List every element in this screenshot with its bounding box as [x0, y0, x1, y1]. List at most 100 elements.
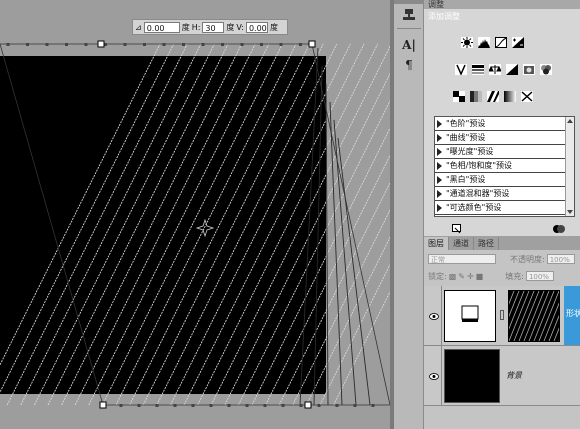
path-anchor[interactable]: [84, 43, 88, 46]
document-canvas[interactable]: [0, 0, 390, 429]
transform-handle[interactable]: [304, 401, 312, 409]
hatch-line-outer: [325, 83, 329, 406]
brightness-contrast-icon[interactable]: [460, 36, 474, 49]
path-anchor[interactable]: [221, 43, 224, 46]
path-anchor[interactable]: [201, 43, 205, 46]
path-anchor[interactable]: [299, 404, 303, 407]
path-anchor[interactable]: [45, 43, 49, 46]
path-anchor[interactable]: [317, 404, 321, 407]
adjustments-tab[interactable]: 调整: [428, 0, 444, 10]
path-anchor[interactable]: [65, 43, 68, 46]
h-skew-input[interactable]: 30: [202, 21, 225, 33]
expand-triangle-icon[interactable]: [437, 133, 442, 142]
path-anchor[interactable]: [227, 404, 231, 407]
path-anchor[interactable]: [209, 404, 213, 407]
expand-triangle-icon[interactable]: [437, 189, 442, 198]
preset-item[interactable]: "色相/饱和度"预设: [435, 159, 574, 173]
presets-scrollbar[interactable]: [565, 117, 574, 216]
eye-icon[interactable]: [428, 311, 440, 321]
layers-panel: 图层 通道 路径 正常 不透明度: 100% 锁定: ▩ ✎ ✛ ■ 填充: 1…: [424, 236, 580, 429]
layer-row-background[interactable]: 背景: [424, 346, 580, 406]
path-anchor[interactable]: [335, 404, 339, 407]
expand-triangle-icon[interactable]: [437, 119, 442, 128]
hue-saturation-icon[interactable]: [471, 63, 485, 76]
transform-handle[interactable]: [97, 40, 105, 48]
path-anchor[interactable]: [182, 43, 185, 46]
character-icon[interactable]: A|: [398, 36, 420, 54]
path-anchor[interactable]: [371, 404, 375, 407]
path-anchor[interactable]: [245, 404, 249, 407]
v-skew-input[interactable]: 0.00: [245, 21, 268, 33]
expand-triangle-icon[interactable]: [437, 203, 442, 212]
lock-transparent-icon[interactable]: ▩: [449, 272, 457, 281]
blend-opacity-row: 正常 不透明度: 100%: [424, 252, 580, 266]
selective-color-icon[interactable]: [520, 90, 534, 103]
background-thumbnail[interactable]: [444, 349, 500, 403]
angle-input[interactable]: 0.00: [143, 21, 180, 33]
clone-source-icon[interactable]: [398, 6, 420, 24]
exposure-icon[interactable]: [511, 36, 525, 49]
gradient-map-icon[interactable]: [503, 90, 517, 103]
transform-handle[interactable]: [308, 40, 316, 48]
path-anchor[interactable]: [119, 404, 123, 407]
path-anchor[interactable]: [26, 43, 29, 46]
expand-triangle-icon[interactable]: [437, 147, 442, 156]
preset-item[interactable]: "曲线"预设: [435, 131, 574, 145]
fill-input[interactable]: 100%: [525, 271, 554, 281]
preset-item[interactable]: "曝光度"预设: [435, 145, 574, 159]
layer-row-shape[interactable]: 形状: [424, 286, 580, 346]
expand-triangle-icon[interactable]: [437, 161, 442, 170]
path-anchor[interactable]: [162, 43, 166, 46]
expand-triangle-icon[interactable]: [437, 175, 442, 184]
threshold-icon[interactable]: [486, 90, 500, 103]
black-white-icon[interactable]: [505, 63, 519, 76]
mask-hatch-line: [518, 291, 540, 341]
link-icon[interactable]: [500, 310, 504, 320]
path-anchor[interactable]: [299, 43, 302, 46]
vibrance-icon[interactable]: [454, 63, 468, 76]
transform-handle[interactable]: [99, 401, 107, 409]
path-anchor[interactable]: [6, 43, 10, 46]
mask-hatch-line: [513, 291, 535, 341]
photo-filter-icon[interactable]: [522, 63, 536, 76]
path-anchor[interactable]: [279, 43, 283, 46]
preset-item[interactable]: "黑白"预设: [435, 173, 574, 187]
preset-item[interactable]: "可选颜色"预设: [435, 201, 574, 215]
path-anchor[interactable]: [143, 43, 146, 46]
eye-icon[interactable]: [428, 371, 440, 381]
invert-icon[interactable]: [452, 90, 466, 103]
adjustments-tabbar: 调整: [424, 0, 580, 9]
lock-position-icon[interactable]: ✛: [467, 272, 474, 281]
tab-channels[interactable]: 通道: [449, 237, 474, 250]
path-anchor[interactable]: [155, 404, 159, 407]
paragraph-icon[interactable]: ¶: [398, 56, 420, 74]
lock-all-icon[interactable]: ■: [476, 272, 484, 281]
channel-mixer-icon[interactable]: [539, 63, 553, 76]
curves-icon[interactable]: [494, 36, 508, 49]
lock-image-icon[interactable]: ✎: [458, 272, 465, 281]
posterize-icon[interactable]: [469, 90, 483, 103]
levels-icon[interactable]: [477, 36, 491, 49]
path-anchor[interactable]: [353, 404, 357, 407]
tab-paths[interactable]: 路径: [474, 237, 499, 250]
path-anchor[interactable]: [173, 404, 177, 407]
preset-item[interactable]: "色阶"预设: [435, 117, 574, 131]
path-anchor[interactable]: [281, 404, 285, 407]
path-anchor[interactable]: [240, 43, 244, 46]
path-anchor[interactable]: [263, 404, 267, 407]
opacity-input[interactable]: 100%: [546, 254, 575, 264]
adjustment-presets-list[interactable]: "色阶"预设 "曲线"预设 "曝光度"预设 "色相/饱和度"预设 "黑白"预设 "通道混和…: [434, 116, 575, 217]
preset-label: "色相/饱和度"预设: [446, 161, 513, 170]
layer-fill-thumbnail[interactable]: [444, 290, 496, 342]
canvas-area[interactable]: ⊿ 0.00 度 H: 30 度 V: 0.00 度: [0, 0, 390, 429]
path-anchor[interactable]: [260, 43, 263, 46]
adjustment-icons-row-3: [452, 90, 534, 103]
path-anchor[interactable]: [191, 404, 195, 407]
path-anchor[interactable]: [123, 43, 127, 46]
vector-mask-thumbnail[interactable]: [508, 290, 560, 342]
path-anchor[interactable]: [137, 404, 141, 407]
preset-item[interactable]: "通道混和器"预设: [435, 187, 574, 201]
blend-mode-select[interactable]: 正常: [428, 254, 496, 264]
color-balance-icon[interactable]: [488, 63, 502, 76]
tab-layers[interactable]: 图层: [424, 237, 449, 250]
